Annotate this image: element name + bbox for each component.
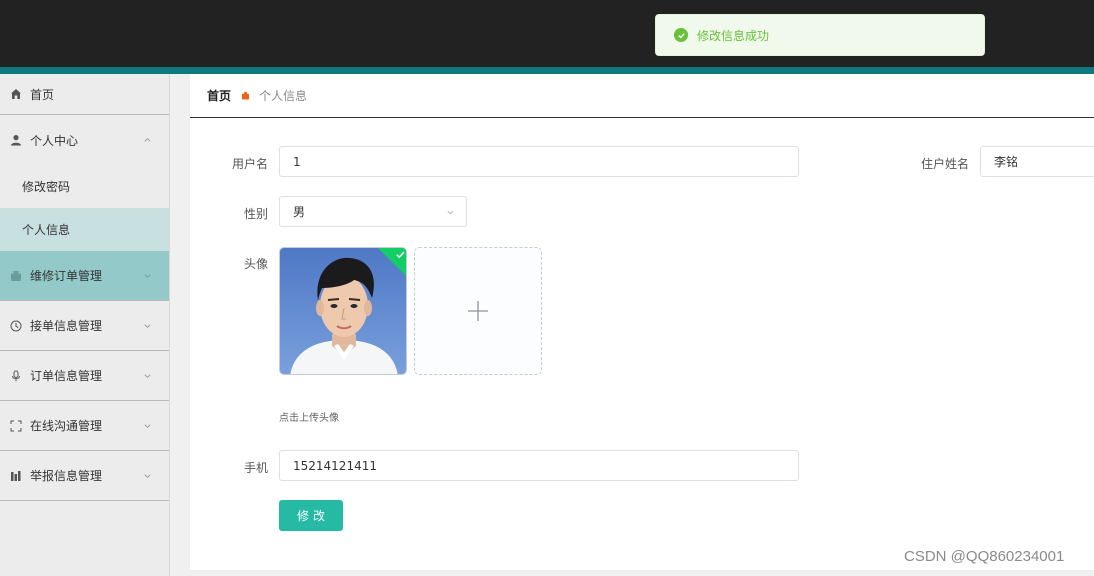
plus-icon xyxy=(468,301,488,321)
sidebar-item-personal-info[interactable]: 个人信息 xyxy=(0,208,169,251)
check-icon xyxy=(396,251,405,259)
sidebar-item-label: 修改密码 xyxy=(22,180,71,194)
sidebar-item-label: 举报信息管理 xyxy=(30,469,103,483)
sidebar-group-online-chat[interactable]: 在线沟通管理 xyxy=(0,401,169,451)
chevron-down-icon xyxy=(144,423,151,428)
portrait-photo xyxy=(280,248,406,374)
sidebar-item-label: 个人中心 xyxy=(30,133,79,148)
modify-button[interactable]: 修改 xyxy=(279,500,343,531)
success-toast: 修改信息成功 xyxy=(655,14,985,56)
phone-field[interactable]: 15214121411 xyxy=(279,450,799,481)
watermark: CSDN @QQ860234001 xyxy=(904,548,1065,565)
sidebar-item-home[interactable]: 首页 xyxy=(0,74,169,115)
phone-label: 手机 xyxy=(243,461,268,475)
user-icon xyxy=(9,134,22,147)
sidebar-menu: 首页 个人中心 修改密码 个人信息 维修订单管理 接单信息管理 订单信息管理 在… xyxy=(0,74,170,576)
home-icon xyxy=(9,88,22,101)
sidebar-item-change-password[interactable]: 修改密码 xyxy=(0,165,169,208)
upload-tip: 点击上传头像 xyxy=(279,413,339,424)
microphone-icon xyxy=(9,369,22,382)
success-check-icon xyxy=(674,28,688,42)
chevron-up-icon xyxy=(144,138,151,142)
avatar-label: 头像 xyxy=(243,257,268,271)
gender-select[interactable]: 男 xyxy=(279,196,467,227)
sidebar-item-label: 订单信息管理 xyxy=(30,369,103,383)
breadcrumb-home[interactable]: 首页 xyxy=(207,87,231,104)
toast-message: 修改信息成功 xyxy=(697,28,770,43)
sidebar-group-reports[interactable]: 举报信息管理 xyxy=(0,451,169,501)
chevron-down-icon xyxy=(144,273,151,278)
sidebar-item-label: 维修订单管理 xyxy=(30,269,103,283)
sidebar-group-accept-orders[interactable]: 接单信息管理 xyxy=(0,301,169,351)
sidebar-item-label: 在线沟通管理 xyxy=(30,419,103,433)
sidebar-item-label: 接单信息管理 xyxy=(30,319,103,333)
header-accent-stripe xyxy=(0,67,1094,74)
chevron-down-icon xyxy=(144,473,151,478)
chevron-down-icon xyxy=(144,373,151,378)
resident-name-value: 李铭 xyxy=(994,155,1019,169)
resident-name-label: 住户姓名 xyxy=(920,157,969,171)
breadcrumb-current: 个人信息 xyxy=(259,89,308,103)
gender-label: 性别 xyxy=(243,207,268,221)
sidebar-group-personal-center[interactable]: 个人中心 xyxy=(0,115,169,165)
sidebar-item-label: 个人信息 xyxy=(22,223,71,237)
gender-value: 男 xyxy=(293,205,306,219)
username-value: 1 xyxy=(293,154,301,169)
sidebar-item-label: 首页 xyxy=(30,87,55,102)
resident-name-field[interactable]: 李铭 xyxy=(980,146,1094,177)
fullscreen-icon xyxy=(9,419,22,432)
briefcase-icon xyxy=(9,269,22,282)
breadcrumb-separator-icon xyxy=(241,91,250,100)
phone-value: 15214121411 xyxy=(293,458,377,473)
sidebar-group-order-info[interactable]: 订单信息管理 xyxy=(0,351,169,401)
username-label: 用户名 xyxy=(231,157,268,171)
chevron-down-icon xyxy=(447,210,454,215)
username-field[interactable]: 1 xyxy=(279,146,799,177)
sidebar-group-repair-orders[interactable]: 维修订单管理 xyxy=(0,251,169,301)
avatar-image[interactable] xyxy=(279,247,407,375)
chevron-down-icon xyxy=(144,323,151,328)
avatar-upload-button[interactable] xyxy=(414,247,542,375)
clock-icon xyxy=(9,319,22,332)
chart-icon xyxy=(9,469,22,482)
breadcrumb: 首页 个人信息 xyxy=(190,74,1094,118)
